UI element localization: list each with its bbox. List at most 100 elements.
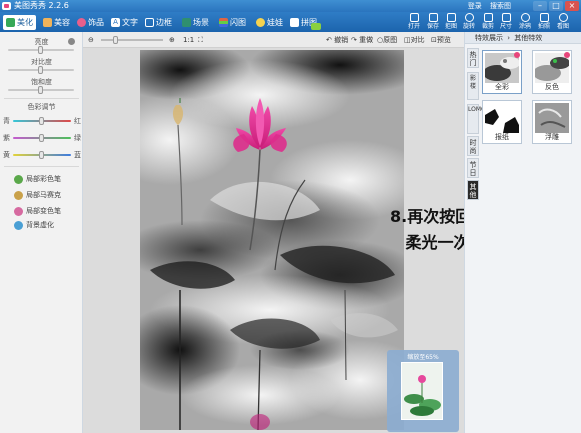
yellow-blue-slider[interactable]: 黄 蓝 [3, 150, 81, 159]
mosaic-icon [14, 191, 23, 200]
pen-label: 局部变色笔 [26, 207, 61, 215]
favorite-icon[interactable] [564, 52, 570, 58]
slider-track[interactable] [13, 134, 71, 142]
navigator-panel[interactable]: 缩放至65% [387, 350, 459, 432]
magenta-green-slider[interactable]: 紫 绿 [3, 133, 81, 142]
pen-label: 背景虚化 [26, 221, 54, 229]
pen-label: 局部彩色笔 [26, 175, 61, 183]
tab-studio[interactable]: 影楼 [467, 72, 479, 100]
app-window: 美图秀秀 2.2.6 登录 搜索图 – □ × 美化 美容 饰品 A 文字 边框 … [0, 0, 581, 433]
tab-beauty[interactable]: 美容 [40, 15, 71, 30]
new-badge [311, 23, 321, 30]
slider-thumb[interactable] [39, 134, 44, 142]
maximize-button[interactable]: □ [549, 1, 563, 11]
redo-label: 重做 [359, 36, 374, 44]
effect-thumbnail [535, 103, 569, 133]
effect-thumbnail [535, 53, 569, 83]
slider-left-label: 紫 [3, 134, 10, 142]
slider-thumb[interactable] [38, 66, 43, 74]
fit-screen-icon[interactable]: ⛶ [198, 35, 203, 45]
tab-frame[interactable]: 边框 [142, 15, 176, 30]
tab-other[interactable]: 其他 [467, 180, 479, 200]
slider-track[interactable] [13, 117, 71, 125]
effect-label: 反色 [545, 83, 559, 91]
tab-lomo[interactable]: LOMO [467, 104, 486, 134]
folder-icon [409, 13, 419, 22]
redo-button[interactable]: ↷ 重做 [351, 35, 373, 45]
tab-beautify[interactable]: 美化 [3, 15, 36, 30]
undo-label: 撤销 [334, 36, 349, 44]
mosaic-pen-button[interactable]: 局部马赛克 [14, 190, 61, 201]
recolor-pen-button[interactable]: 局部变色笔 [14, 206, 61, 217]
undo-button[interactable]: ↶ 撤销 [326, 35, 348, 45]
navigator-thumbnail[interactable] [401, 362, 443, 420]
collage-icon [290, 18, 299, 27]
divider [4, 166, 79, 167]
slider-thumb[interactable] [38, 86, 43, 94]
preview-button[interactable]: ⊡预览 [431, 35, 451, 45]
tab-flash[interactable]: 闪图 [216, 15, 250, 30]
tab-doll[interactable]: 娃娃 [253, 15, 284, 30]
effect-thumbnail [485, 103, 519, 133]
lotus-ink-photo [140, 50, 404, 430]
pen-label: 局部马赛克 [26, 191, 61, 199]
effect-label: 报纸 [495, 133, 509, 141]
flash-icon [219, 18, 228, 27]
crop-icon [483, 13, 493, 22]
canvas-toolbar: ⊖ ⊕ 1:1 ⛶ ↶ 撤销 ↷ 重做 ○原图 ◫对比 ⊡预览 [83, 32, 464, 48]
slider-right-label: 红 [74, 117, 81, 125]
actual-size-button[interactable]: 1:1 [183, 35, 194, 45]
original-button[interactable]: ○原图 [377, 35, 397, 45]
effect-full-color[interactable]: 全彩 [482, 50, 522, 94]
tab-decorations[interactable]: 饰品 [74, 15, 105, 30]
effects-panel: 特效展示 › 其他特效 热门 影楼 LOMO 时尚 节日 其他 全彩 反色 报纸… [464, 32, 581, 433]
tab-holiday[interactable]: 节日 [467, 158, 479, 178]
zoom-out-icon[interactable]: ⊖ [88, 35, 94, 45]
effects-header: 特效展示 › 其他特效 [465, 32, 581, 44]
background-blur-button[interactable]: 背景虚化 [14, 220, 54, 231]
contrast-slider[interactable] [8, 66, 74, 74]
thumbnail-image [402, 363, 442, 419]
slider-thumb[interactable] [39, 117, 44, 125]
title-bar: 美图秀秀 2.2.6 登录 搜索图 – □ × [0, 0, 581, 12]
compare-button[interactable]: ◫对比 [404, 35, 425, 45]
saturation-slider[interactable] [8, 86, 74, 94]
close-button[interactable]: × [565, 1, 579, 11]
effect-emboss[interactable]: 浮雕 [532, 100, 572, 144]
tab-label: 娃娃 [267, 18, 283, 27]
tab-text[interactable]: A 文字 [108, 15, 139, 30]
tab-label: 文字 [122, 18, 138, 27]
slider-thumb[interactable] [39, 151, 44, 159]
tool-label: 看图 [556, 23, 569, 30]
minimize-button[interactable]: – [533, 1, 547, 11]
login-link[interactable]: 登录 [468, 2, 482, 10]
effect-invert[interactable]: 反色 [532, 50, 572, 94]
zoom-slider[interactable] [101, 36, 163, 44]
slider-track[interactable] [13, 151, 71, 159]
app-logo-icon [2, 2, 11, 10]
view-button[interactable]: 看图 [552, 13, 574, 32]
tab-fashion[interactable]: 时尚 [467, 136, 479, 156]
save-icon [428, 13, 438, 22]
effects-showcase-label[interactable]: 特效展示 [475, 34, 503, 42]
other-effects-label: 其他特效 [514, 34, 543, 42]
slider-thumb[interactable] [38, 46, 43, 54]
original-label: 原图 [383, 36, 398, 44]
camera-icon [539, 13, 549, 22]
zoom-thumb[interactable] [113, 36, 118, 44]
zoom-in-icon[interactable]: ⊕ [169, 35, 175, 45]
favorite-icon[interactable] [514, 52, 520, 58]
reset-icon[interactable] [68, 38, 75, 45]
tab-scene[interactable]: 场景 [179, 15, 213, 30]
slider-left-label: 青 [3, 117, 10, 125]
photo-canvas[interactable] [140, 50, 404, 430]
tab-label: 边框 [156, 18, 172, 27]
zoom-percent-label: 缩放至65% [407, 354, 439, 361]
tab-hot[interactable]: 热门 [467, 48, 479, 68]
brightness-slider[interactable] [8, 46, 74, 54]
cyan-red-slider[interactable]: 青 红 [3, 116, 81, 125]
color-pen-button[interactable]: 局部彩色笔 [14, 174, 61, 185]
portrait-icon [43, 18, 52, 27]
search-link[interactable]: 搜索图 [490, 2, 511, 10]
effect-paper[interactable]: 报纸 [482, 100, 522, 144]
